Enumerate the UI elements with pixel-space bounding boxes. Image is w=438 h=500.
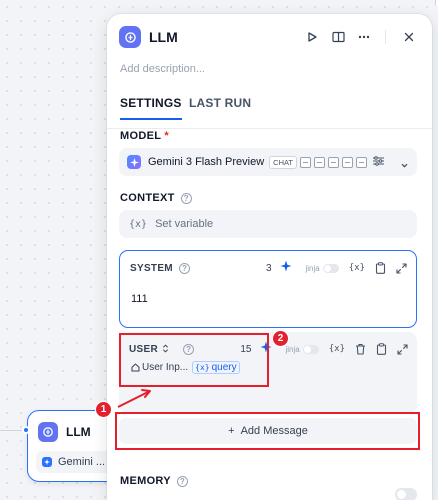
node-title: LLM [66, 425, 91, 439]
system-prompt-text[interactable]: 111 [131, 293, 148, 305]
model-mode-tag: CHAT [269, 155, 298, 169]
highlight-add-message [115, 412, 420, 450]
feature-video-icon [342, 156, 354, 168]
close-icon[interactable] [398, 26, 420, 48]
system-token-count: 3 [265, 262, 272, 274]
panel-title[interactable]: LLM [149, 29, 178, 45]
insert-variable-icon[interactable]: {x} [329, 342, 345, 356]
panel-tabs: SETTINGS LAST RUN [120, 96, 432, 126]
gemini-icon [127, 155, 141, 169]
system-prompt-editor[interactable]: SYSTEM ? 3 jinja {x} 111 [119, 250, 417, 328]
book-icon[interactable] [327, 26, 349, 48]
feature-tool-icon [328, 156, 340, 168]
sparkle-icon[interactable] [280, 259, 292, 277]
clipboard-icon[interactable] [374, 342, 388, 356]
annotation-badge-1: 1 [95, 401, 112, 418]
model-selector[interactable]: Gemini 3 Flash Preview CHAT [119, 148, 417, 176]
feature-vision-icon [300, 156, 312, 168]
tab-last-run[interactable]: LAST RUN [189, 96, 251, 110]
annotation-badge-2: 2 [272, 330, 289, 347]
memory-switch[interactable] [395, 488, 417, 500]
context-placeholder: Set variable [155, 218, 214, 230]
context-variable-input[interactable]: {x} Set variable [119, 210, 417, 238]
clipboard-icon[interactable] [373, 261, 387, 275]
node-input-handle[interactable] [22, 426, 30, 434]
header-divider [385, 30, 386, 44]
tabs-divider [107, 128, 432, 129]
help-icon[interactable]: ? [176, 475, 188, 487]
expand-icon[interactable] [395, 342, 409, 356]
more-icon[interactable] [353, 26, 375, 48]
tab-settings[interactable]: SETTINGS [120, 96, 182, 120]
context-label: CONTEXT ? [120, 192, 192, 204]
play-icon[interactable] [301, 26, 323, 48]
expand-icon[interactable] [394, 261, 408, 275]
insert-variable-icon[interactable]: {x} [349, 261, 365, 275]
jinja-label: jinja [305, 263, 320, 273]
chevron-down-icon[interactable] [400, 157, 409, 175]
variable-icon: {x} [129, 218, 148, 230]
highlight-user-block [119, 333, 269, 387]
jinja-toggle[interactable]: jinja [305, 263, 339, 273]
trash-icon[interactable] [353, 342, 367, 356]
node-model-label: Gemini ... [58, 456, 106, 468]
feature-audio-icon [356, 156, 368, 168]
help-icon[interactable]: ? [180, 192, 192, 204]
description-input[interactable]: Add description... [120, 63, 205, 75]
panel-header: LLM [119, 25, 420, 49]
llm-logo-icon [38, 422, 58, 442]
memory-label: MEMORY ? [120, 475, 188, 487]
feature-document-icon [314, 156, 326, 168]
jinja-toggle[interactable]: jinja [285, 344, 319, 354]
jinja-switch[interactable] [322, 263, 339, 273]
jinja-switch[interactable] [302, 344, 319, 354]
gemini-icon [42, 457, 52, 467]
model-label: MODEL * [120, 130, 169, 142]
tune-icon[interactable] [373, 153, 385, 171]
system-role-label: SYSTEM [130, 262, 173, 274]
help-icon[interactable]: ? [178, 262, 190, 274]
model-name: Gemini 3 Flash Preview [148, 156, 265, 168]
node-model-chip: Gemini ... [36, 451, 118, 473]
jinja-label: jinja [285, 344, 300, 354]
llm-logo-icon [119, 26, 141, 48]
